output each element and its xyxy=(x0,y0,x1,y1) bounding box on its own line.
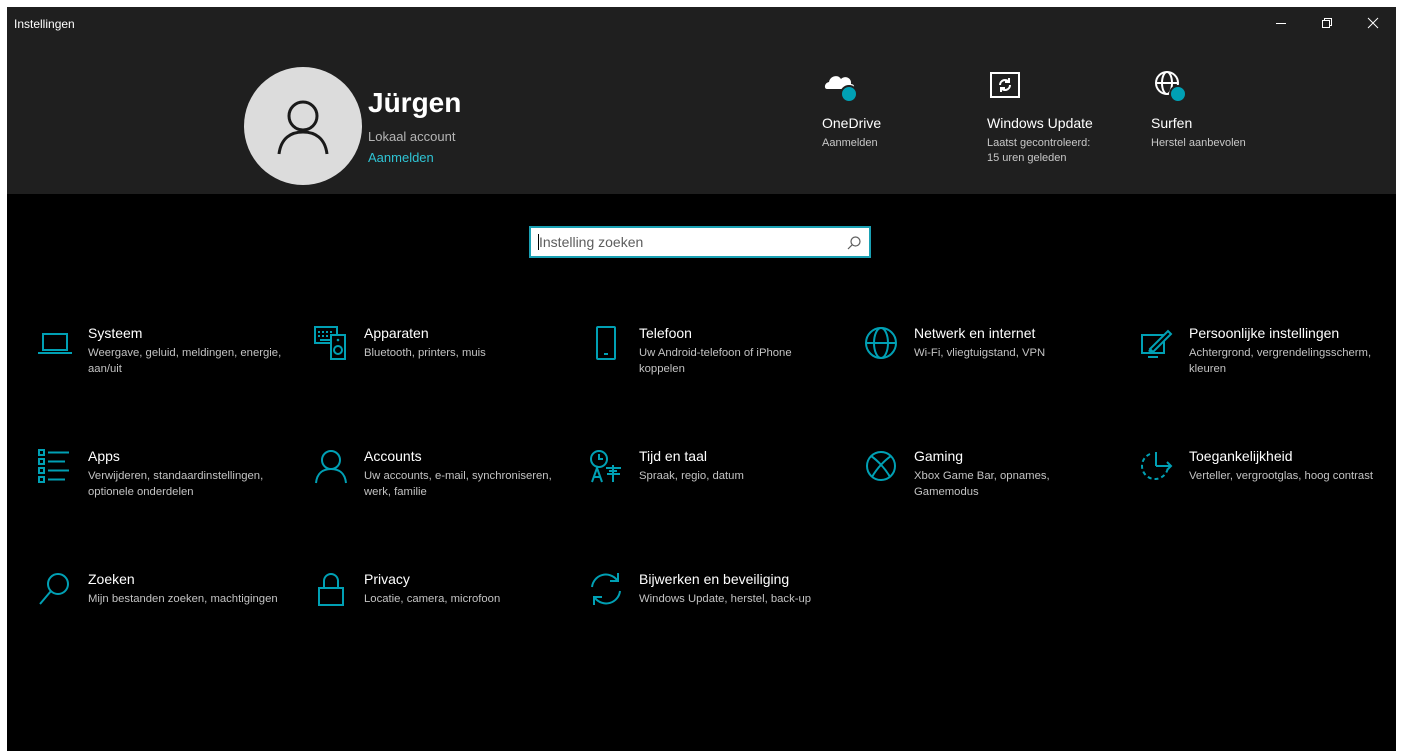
category-title: Toegankelijkheid xyxy=(1189,448,1293,464)
laptop-icon xyxy=(38,333,72,354)
category-description: Xbox Game Bar, opnames, Gamemodus xyxy=(914,470,1050,498)
category-title: Telefoon xyxy=(639,325,692,341)
category-description: Uw accounts, e-mail, synchroniseren, wer… xyxy=(364,470,552,498)
text-cursor xyxy=(538,234,539,250)
category-search[interactable]: Zoeken Mijn bestanden zoeken, machtiging… xyxy=(37,571,297,671)
time-language-icon xyxy=(590,450,621,483)
category-system[interactable]: Systeem Weergave, geluid, meldingen, ene… xyxy=(37,325,297,425)
apps-list-icon xyxy=(38,449,69,483)
category-title: Apparaten xyxy=(364,325,429,341)
globe-icon xyxy=(1151,67,1187,103)
category-apps[interactable]: Apps Verwijderen, standaardinstellingen,… xyxy=(37,448,297,548)
search-icon[interactable] xyxy=(846,235,862,251)
account-name: Jürgen xyxy=(368,87,462,118)
phone-icon xyxy=(596,326,616,360)
category-personalization[interactable]: Persoonlijke instellingen Achtergrond, v… xyxy=(1138,325,1396,425)
sync-icon xyxy=(591,573,621,605)
close-button[interactable] xyxy=(1350,7,1396,39)
category-title: Bijwerken en beveiliging xyxy=(639,571,790,587)
category-title: Tijd en taal xyxy=(639,448,707,464)
restore-button[interactable] xyxy=(1304,7,1350,39)
status-dot xyxy=(840,85,858,103)
category-title: Gaming xyxy=(914,448,964,464)
status-title: Windows Update xyxy=(987,115,1093,131)
signin-link[interactable]: Aanmelden xyxy=(368,150,434,165)
category-description: Mijn bestanden zoeken, machtigingen xyxy=(88,593,278,605)
devices-icon xyxy=(314,326,346,360)
globe-icon xyxy=(865,327,897,359)
minimize-icon xyxy=(1276,23,1286,24)
category-devices[interactable]: Apparaten Bluetooth, printers, muis xyxy=(313,325,573,425)
category-privacy[interactable]: Privacy Locatie, camera, microfoon xyxy=(313,571,573,671)
category-accessibility[interactable]: Toegankelijkheid Verteller, vergrootglas… xyxy=(1138,448,1396,548)
category-network[interactable]: Netwerk en internet Wi-Fi, vliegtuigstan… xyxy=(863,325,1123,425)
category-title: Persoonlijke instellingen xyxy=(1189,325,1340,341)
category-description: Windows Update, herstel, back-up xyxy=(639,593,812,605)
personalization-icon xyxy=(1141,329,1173,358)
category-description: Achtergrond, vergrendelingsscherm, kleur… xyxy=(1189,347,1372,375)
status-browsing[interactable]: Surfen Herstel aanbevolen xyxy=(1151,67,1246,151)
category-description: Uw Android-telefoon of iPhone koppelen xyxy=(639,347,792,375)
category-description: Verteller, vergrootglas, hoog contrast xyxy=(1189,470,1373,482)
category-title: Netwerk en internet xyxy=(914,325,1036,341)
status-subtitle: Herstel aanbevolen xyxy=(1151,137,1246,149)
search-icon xyxy=(39,573,69,605)
status-subtitle-2: 15 uren geleden xyxy=(987,152,1067,164)
category-description: Wi-Fi, vliegtuigstand, VPN xyxy=(914,347,1046,359)
accessibility-icon xyxy=(1141,452,1173,480)
status-onedrive[interactable]: OneDrive Aanmelden xyxy=(822,67,881,151)
status-windows-update[interactable]: Windows Update Laatst gecontroleerd: 15 … xyxy=(987,67,1093,166)
minimize-button[interactable] xyxy=(1258,7,1304,39)
avatar[interactable] xyxy=(244,67,362,185)
category-title: Systeem xyxy=(88,325,143,341)
status-title: OneDrive xyxy=(822,115,882,131)
status-title: Surfen xyxy=(1151,115,1193,131)
category-accounts[interactable]: Accounts Uw accounts, e-mail, synchronis… xyxy=(313,448,573,548)
status-subtitle: Aanmelden xyxy=(822,137,878,149)
category-phone[interactable]: Telefoon Uw Android-telefoon of iPhone k… xyxy=(588,325,848,425)
xbox-icon xyxy=(866,451,896,481)
category-title: Privacy xyxy=(364,571,410,587)
windows-update-icon xyxy=(987,67,1023,103)
category-description: Locatie, camera, microfoon xyxy=(364,593,501,605)
lock-icon xyxy=(318,573,344,606)
window-title: Instellingen xyxy=(14,17,75,31)
category-title: Apps xyxy=(88,448,120,464)
category-description: Verwijderen, standaardinstellingen, opti… xyxy=(88,470,264,498)
person-icon xyxy=(277,100,329,155)
category-gaming[interactable]: Gaming Xbox Game Bar, opnames, Gamemodus xyxy=(863,448,1123,548)
category-description: Bluetooth, printers, muis xyxy=(364,347,486,359)
status-subtitle: Laatst gecontroleerd: xyxy=(987,137,1091,149)
category-description: Spraak, regio, datum xyxy=(639,470,744,482)
close-icon xyxy=(1367,17,1379,29)
category-title: Accounts xyxy=(364,448,422,464)
search-box[interactable] xyxy=(529,226,871,258)
account-header: Jürgen Lokaal account Aanmelden OneDrive… xyxy=(7,39,1396,194)
category-title: Zoeken xyxy=(88,571,135,587)
category-update-security[interactable]: Bijwerken en beveiliging Windows Update,… xyxy=(588,571,848,671)
search-input[interactable] xyxy=(539,228,839,256)
person-icon xyxy=(315,450,347,484)
status-dot xyxy=(1169,85,1187,103)
category-description: Weergave, geluid, meldingen, energie, aa… xyxy=(88,347,282,375)
onedrive-icon xyxy=(822,67,858,103)
title-bar: Instellingen xyxy=(7,7,1396,39)
settings-window: Instellingen Jürgen Lokaal account Aanme… xyxy=(7,7,1396,751)
restore-icon xyxy=(1322,18,1332,28)
category-time-language[interactable]: Tijd en taal Spraak, regio, datum xyxy=(588,448,848,548)
account-type: Lokaal account xyxy=(368,129,456,144)
